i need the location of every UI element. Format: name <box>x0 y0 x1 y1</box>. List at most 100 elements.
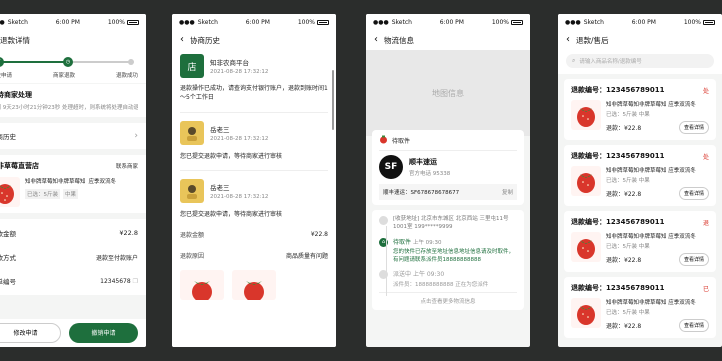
map-placeholder[interactable]: 地图信息 <box>366 50 530 136</box>
refund-number: 123456789011 <box>606 284 665 292</box>
product-tag: 已选：5斤装 中果 <box>606 244 650 250</box>
chevron-right-icon: › <box>134 131 138 141</box>
page-title: 退款/售后 <box>576 35 609 45</box>
after-sales-screen: ●●● Sketch 6:00 PM 100% ‹ 退款/售后 ⌕ 请输入商品名称… <box>558 14 722 347</box>
view-detail-button[interactable]: 查看详情 <box>678 319 709 332</box>
view-detail-button[interactable]: 查看详情 <box>678 121 709 134</box>
store-avatar: 店 <box>180 54 204 78</box>
negotiation-history-screen: ●●● Sketch 6:00 PM 100% ‹ 协商历史 店 知非农商平台 20… <box>172 14 336 347</box>
product-tag: 已选：5斤装 中果 <box>606 310 650 316</box>
event-title: 派送中 <box>393 271 412 278</box>
evidence-image[interactable] <box>180 270 224 300</box>
refund-card[interactable]: 退款编号：123456789011 处 知非牌草莓知非牌草莓知 应季双流冬 已选… <box>564 145 716 206</box>
back-icon[interactable]: ‹ <box>374 35 378 45</box>
more-logistics-link[interactable]: 点击查看更多物流信息 <box>379 297 517 305</box>
modify-request-button[interactable]: 修改申请 <box>0 323 61 343</box>
amount-value: ¥22.8 <box>624 323 642 330</box>
order-value: 12345678 <box>100 277 131 285</box>
product-badge: 应季双流冬 <box>668 168 696 174</box>
view-detail-button[interactable]: 查看详情 <box>678 187 709 200</box>
status-bar: ●●●Sketch 6:00 PM 100% <box>558 14 722 30</box>
clock: 6:00 PM <box>631 18 656 26</box>
evidence-image[interactable] <box>232 270 276 300</box>
sf-logo-icon: SF <box>379 155 403 179</box>
product-badge: 应季双流冬 <box>668 234 696 240</box>
event-text: 派件员：18888888888 正在为您派件 <box>393 282 489 288</box>
amount-label: 退款： <box>606 323 625 330</box>
refund-list: 退款编号：123456789011 处 知非牌草莓知非牌草莓知 应季双流冬 已选… <box>558 79 722 338</box>
signal-icon: ●●● <box>0 18 5 26</box>
method-label: 退款方式 <box>0 254 16 262</box>
amount-label: 退款金额 <box>180 232 205 239</box>
order-label: 订单编号 <box>0 278 16 286</box>
product-name: 知非牌草莓知非牌草莓知 <box>25 179 86 185</box>
amount-value: ¥22.8 <box>624 191 642 198</box>
product-name: 知非牌草莓知非牌草莓知 <box>606 168 667 174</box>
refund-prefix: 退款编号： <box>571 86 606 94</box>
product-image <box>571 232 601 262</box>
cancel-request-button[interactable]: 撤销申请 <box>69 323 138 343</box>
search-icon: ⌕ <box>572 57 576 64</box>
product-tag: 中果 <box>63 189 79 199</box>
refund-status: 处 <box>702 153 709 161</box>
refund-number: 123456789011 <box>606 152 665 160</box>
tracking-number: 顺丰速运：SF678678678677 <box>383 190 460 196</box>
history-label: 协商历史 <box>0 133 16 141</box>
entry-name: 知非农商平台 <box>210 59 249 67</box>
status-desc: 还剩 9天23小时21分钟23秒 处理超时，则系统将处理自动退款 <box>0 105 138 111</box>
amount-label: 退款： <box>606 125 625 132</box>
contact-store-button[interactable]: 联系商家 <box>116 162 138 170</box>
progress-steps: ✓ ◷ 提交申请 商家退款 退款成功 <box>0 50 146 83</box>
strawberry-icon <box>379 135 388 146</box>
status-bar: ●●●Sketch 6:00 PM 100% <box>366 14 530 30</box>
courier-phone[interactable]: 官方电话 95338 <box>409 169 450 177</box>
event-time: 上午 09:30 <box>412 239 442 246</box>
copy-icon[interactable]: ❐ <box>133 278 138 285</box>
entry-time: 2021-08-28 17:32:12 <box>210 136 269 142</box>
battery-icon <box>317 19 329 25</box>
event-time: 上午 09:30 <box>412 271 445 278</box>
copy-button[interactable]: 复制 <box>502 188 513 196</box>
history-entry: 店 知非农商平台 2021-08-28 17:32:12 退款操作已成功，请查询支… <box>180 54 328 108</box>
history-link[interactable]: 协商历史 › <box>0 123 146 149</box>
product-name: 知非牌草莓知非牌草莓知 <box>606 300 667 306</box>
product-name: 知非牌草莓知非牌草莓知 <box>606 234 667 240</box>
product-badge: 应季双流冬 <box>88 179 117 185</box>
refund-card[interactable]: 退款编号：123456789011 退 知非牌草莓知非牌草莓知 应季双流冬 已选… <box>564 211 716 272</box>
battery-icon <box>703 19 715 25</box>
store-name: 知非草莓直营店 <box>0 162 39 170</box>
scrollbar[interactable] <box>332 70 334 130</box>
refund-number: 123456789011 <box>606 218 665 226</box>
product-tag: 已选：5斤装 中果 <box>606 112 650 118</box>
refund-detail-screen: ●●●Sketch 6:00 PM 100% ‹ 退款详情 ✓ ◷ 提交申请 商… <box>0 14 146 347</box>
entry-text: 退款操作已成功，请查询支付银行账户，退款到账时间1～5个工作日 <box>180 85 328 101</box>
reason-label: 退款原因 <box>180 253 205 260</box>
refund-card[interactable]: 退款编号：123456789011 已 知非牌草莓知非牌草莓知 应季双流冬 已选… <box>564 277 716 338</box>
clock: 6:00 PM <box>245 18 270 26</box>
entry-name: 岳老三 <box>210 126 230 134</box>
refund-status: 处 <box>702 87 709 95</box>
carrier: Sketch <box>197 18 218 26</box>
step-current-icon: ◷ <box>63 57 73 67</box>
refund-number: 123456789011 <box>606 86 665 94</box>
amount-value: ¥22.8 <box>624 257 642 264</box>
view-detail-button[interactable]: 查看详情 <box>678 253 709 266</box>
search-input[interactable]: ⌕ 请输入商品名称/退款编号 <box>566 54 714 68</box>
signal-icon: ●●● <box>373 18 389 26</box>
amount-label: 退款： <box>606 191 625 198</box>
refund-card[interactable]: 退款编号：123456789011 处 知非牌草莓知非牌草莓知 应季双流冬 已选… <box>564 79 716 140</box>
battery-level: 100% <box>107 18 125 26</box>
back-icon[interactable]: ‹ <box>180 35 184 45</box>
user-avatar <box>180 121 204 145</box>
reason-value: 商品质量有问题 <box>285 253 328 260</box>
battery-level: 100% <box>297 18 315 26</box>
amount-label: 退款： <box>606 257 625 264</box>
event-text: 您的快件已存放至地址信息地址信息请及时取件，有问题请联系派件员188888888… <box>393 248 515 263</box>
page-title: 退款详情 <box>0 35 30 45</box>
shipment-status: 待取件 <box>392 138 411 145</box>
status-bar: ●●●Sketch 6:00 PM 100% <box>0 14 146 30</box>
refund-prefix: 退款编号： <box>571 152 606 160</box>
refund-status: 退 <box>702 219 709 227</box>
back-icon[interactable]: ‹ <box>566 35 570 45</box>
amount-value: ¥22.8 <box>624 125 642 132</box>
